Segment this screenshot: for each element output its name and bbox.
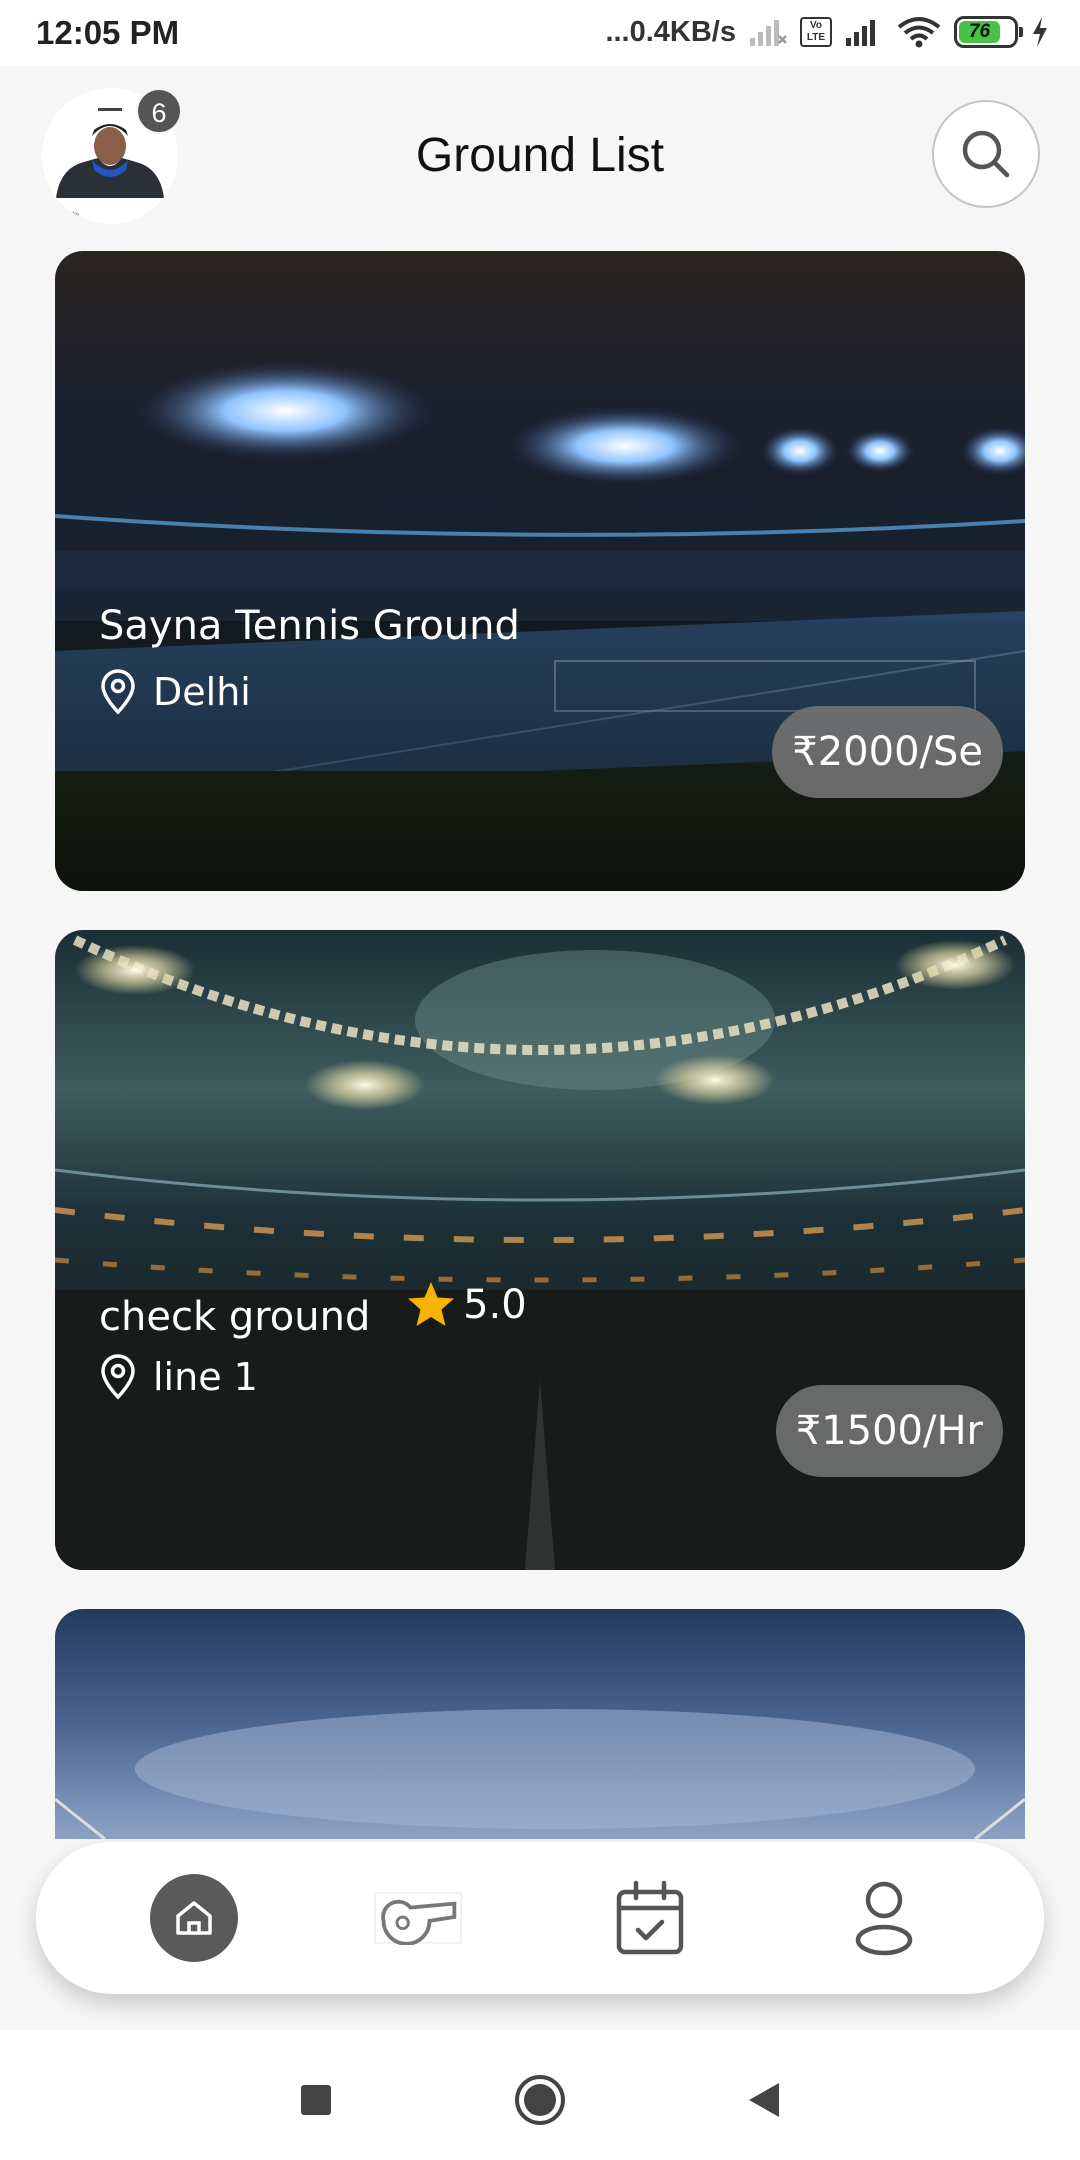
bottom-nav: [36, 1842, 1044, 1994]
status-icons: ...0.4KB/s Vo LTE 76: [605, 12, 1050, 52]
status-time: 12:05 PM: [36, 14, 180, 51]
status-bar: 12:05 PM ...0.4KB/s Vo LTE 76: [0, 0, 1080, 66]
profile-icon: [855, 1881, 913, 1956]
price-badge: ₹1500/Hr: [775, 1385, 1003, 1477]
rating: 5.0: [405, 1280, 527, 1330]
nav-home-button[interactable]: [150, 1874, 238, 1962]
search-button[interactable]: [932, 100, 1040, 208]
battery-level: 76: [959, 21, 1001, 43]
ground-name-row: check ground 5.0: [99, 1280, 527, 1340]
volte-icon: Vo LTE: [800, 17, 832, 47]
rating-value: 5.0: [463, 1282, 527, 1328]
wifi-icon: [897, 17, 941, 48]
ground-card[interactable]: check ground 5.0 line 1 ₹1500/Hr: [55, 930, 1025, 1570]
nav-calendar-button[interactable]: [606, 1874, 694, 1962]
ground-card[interactable]: [55, 1609, 1025, 1839]
recents-button[interactable]: [286, 2070, 346, 2130]
search-icon: [962, 130, 1010, 178]
signal-weak-icon: [750, 20, 787, 46]
charging-icon: [1033, 17, 1047, 47]
ground-location: Delhi: [99, 669, 251, 715]
location-text: line 1: [153, 1355, 258, 1399]
home-icon: [176, 1901, 212, 1935]
price-badge: ₹2000/Se: [772, 706, 1003, 798]
nav-whistle-button[interactable]: [374, 1874, 462, 1962]
battery-icon: 76: [954, 16, 1023, 48]
star-icon: [408, 1282, 455, 1326]
ground-name: check ground: [99, 1294, 371, 1340]
back-icon: [749, 2083, 779, 2117]
home-circle-icon: [515, 2075, 565, 2125]
ground-card[interactable]: Sayna Tennis Ground Delhi ₹2000/Se: [55, 251, 1025, 891]
whistle-icon: [374, 1892, 462, 1945]
calendar-icon: [616, 1880, 684, 1955]
location-text: Delhi: [153, 670, 251, 714]
nav-profile-button[interactable]: [840, 1874, 928, 1962]
location-pin-icon: [101, 669, 135, 715]
system-navigation-bar: [0, 2030, 1080, 2160]
ground-name: Sayna Tennis Ground: [99, 603, 520, 649]
location-pin-icon: [101, 1354, 135, 1400]
recents-icon: [301, 2085, 331, 2115]
back-button[interactable]: [734, 2070, 794, 2130]
network-speed: ...0.4KB/s: [605, 15, 736, 48]
page-title: Ground List: [415, 129, 665, 182]
ground-location: line 1: [99, 1354, 258, 1400]
home-system-button[interactable]: [510, 2070, 570, 2130]
signal-strong-icon: [846, 20, 875, 46]
avatar-caption: Hoodie: [60, 212, 80, 218]
stadium-image: [55, 1609, 1025, 1839]
